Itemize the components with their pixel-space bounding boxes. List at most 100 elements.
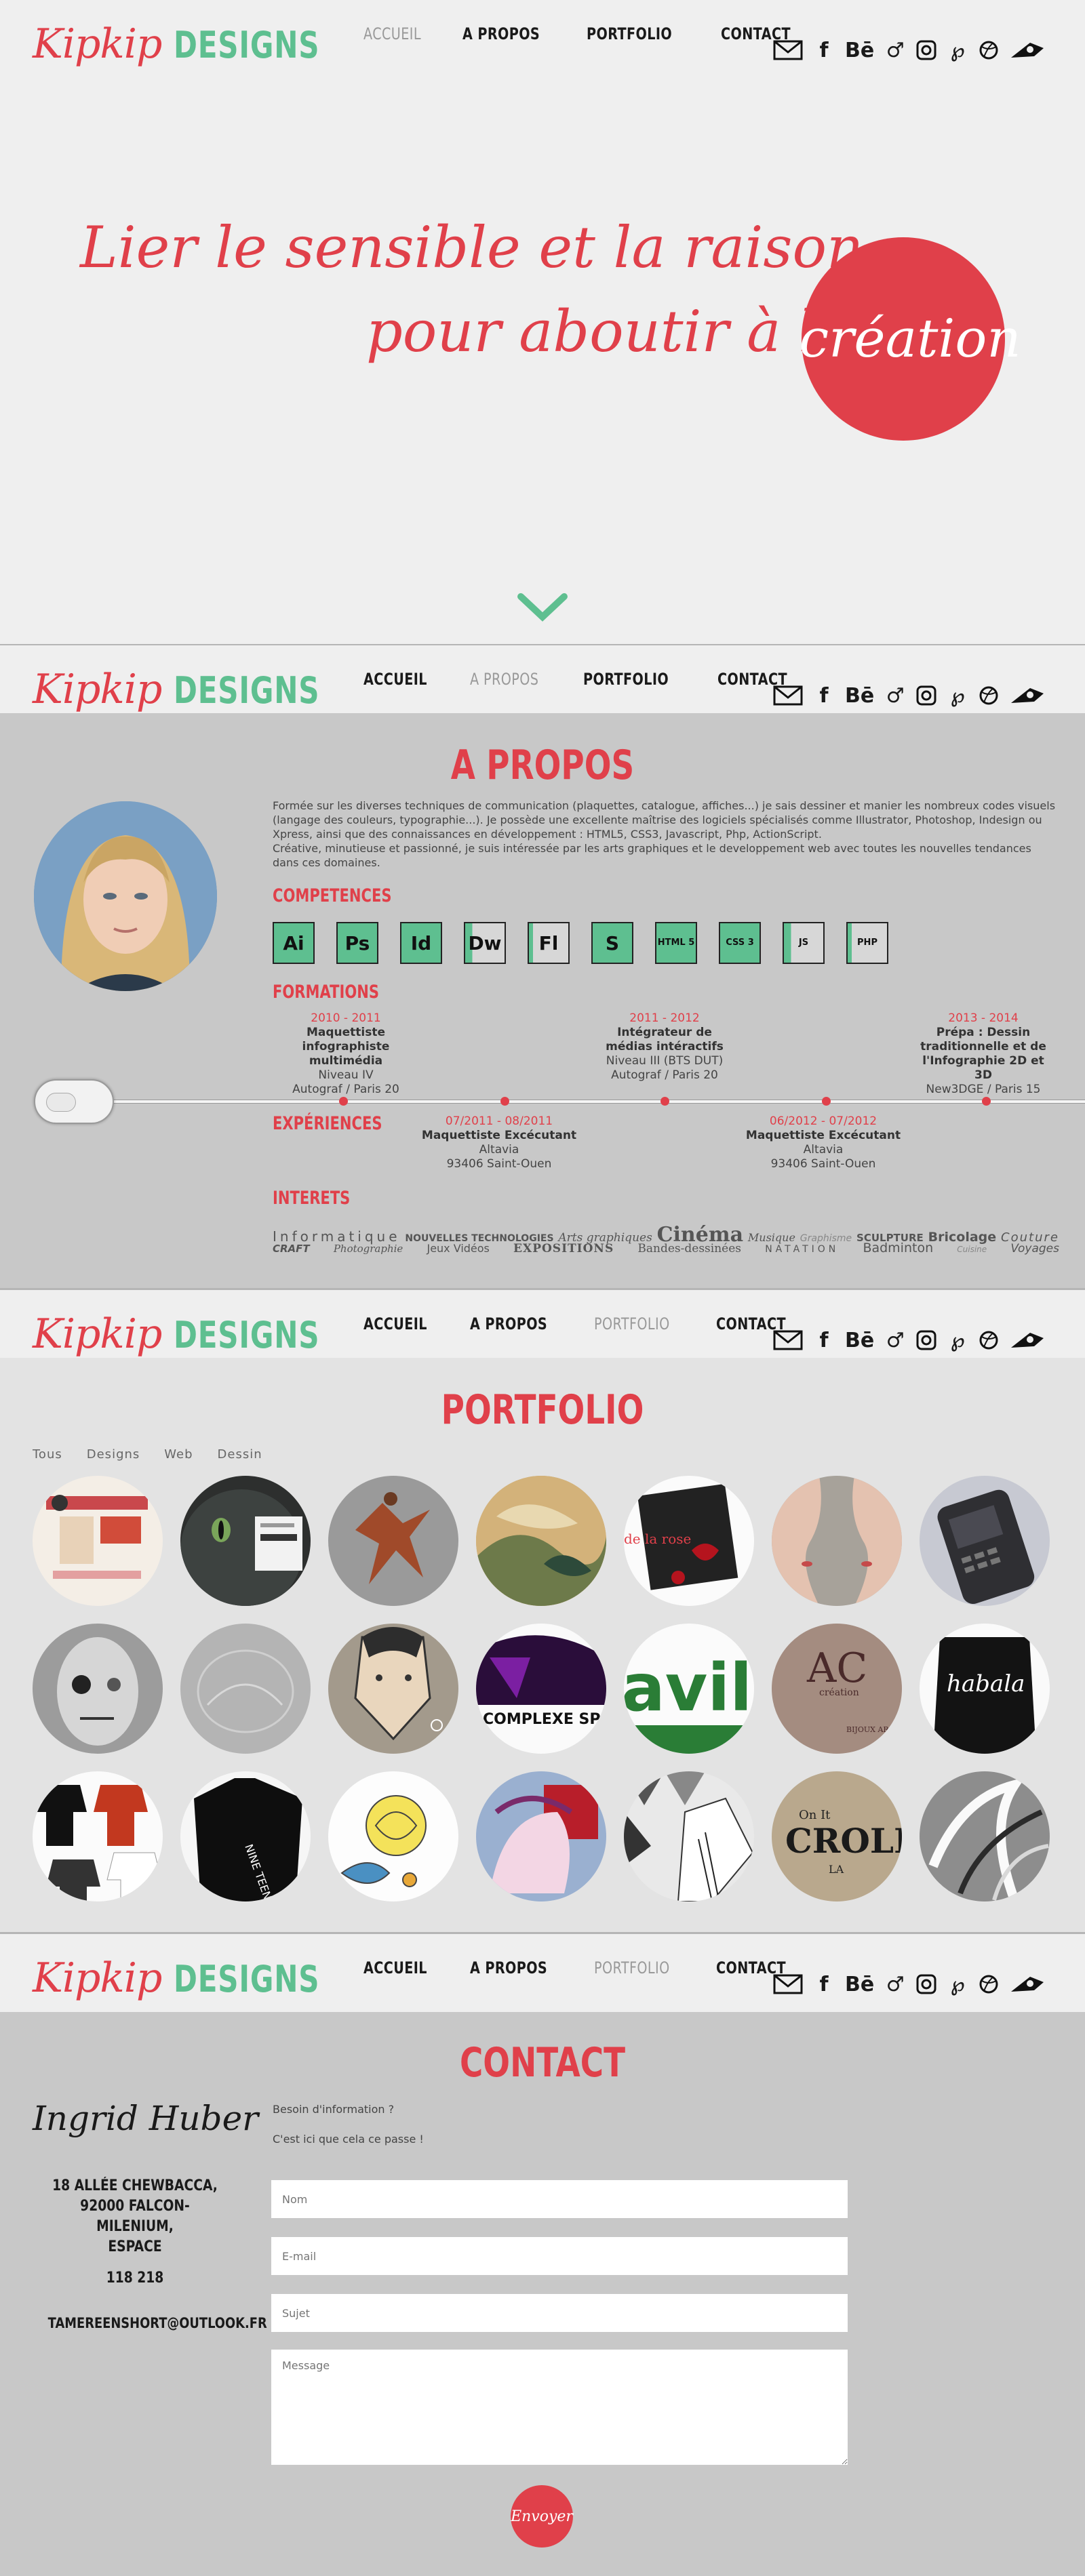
portfolio-thumb[interactable] [476, 1476, 606, 1606]
pinterest-icon[interactable]: ℘ [947, 1971, 968, 1998]
email-field[interactable] [271, 2237, 848, 2275]
about-paragraph-1: Formée sur les diverses techniques de co… [273, 799, 1056, 841]
nav-accueil[interactable]: ACCUEIL [363, 1958, 427, 1977]
nav-accueil[interactable]: ACCUEIL [363, 670, 427, 689]
deviantart-icon[interactable] [1010, 1971, 1045, 1998]
portfolio-thumb[interactable] [476, 1771, 606, 1901]
portfolio-thumb[interactable] [33, 1771, 163, 1901]
mail-icon[interactable] [773, 682, 803, 709]
portfolio-thumb[interactable] [328, 1624, 458, 1754]
instagram-icon[interactable] [916, 37, 936, 64]
brand-logo[interactable]: Kipkip DESIGNS [33, 1310, 361, 1358]
deviantart-icon[interactable] [1010, 1327, 1045, 1354]
thumb-text: de la rose [624, 1531, 691, 1547]
formation-place: Autograf / Paris 20 [611, 1068, 718, 1082]
timeline-dot[interactable] [339, 1097, 348, 1106]
mail-icon[interactable] [773, 1971, 803, 1998]
nav-accueil[interactable]: ACCUEIL [363, 24, 421, 43]
music-icon[interactable]: ♂ [885, 37, 905, 64]
formation-date: 2011 - 2012 [629, 1011, 700, 1025]
experience-place: 93406 Saint-Ouen [446, 1157, 552, 1171]
name-field[interactable] [271, 2180, 848, 2218]
behance-icon[interactable]: Bē [845, 37, 874, 64]
nav-apropos[interactable]: A PROPOS [470, 1958, 547, 1977]
portfolio-thumb[interactable]: NINE TEEN [180, 1771, 311, 1901]
instagram-icon[interactable] [916, 1327, 936, 1354]
portfolio-thumb[interactable] [624, 1771, 754, 1901]
music-icon[interactable]: ♂ [885, 1327, 905, 1354]
portfolio-thumb[interactable] [33, 1476, 163, 1606]
pinterest-icon[interactable]: ℘ [947, 682, 968, 709]
timeline-slider-handle[interactable] [34, 1079, 114, 1124]
instagram-icon[interactable] [916, 682, 936, 709]
facebook-icon[interactable]: f [814, 37, 834, 64]
filter-web[interactable]: Web [164, 1447, 193, 1462]
timeline-dot[interactable] [500, 1097, 509, 1106]
filter-tous[interactable]: Tous [33, 1447, 62, 1462]
brand-logo[interactable]: Kipkip DESIGNS [33, 20, 361, 68]
facebook-icon[interactable]: f [814, 1971, 834, 1998]
portfolio-thumb[interactable] [328, 1771, 458, 1901]
dribbble-icon[interactable] [979, 682, 999, 709]
portfolio-thumb[interactable]: habala [920, 1624, 1050, 1754]
portfolio-thumb[interactable] [180, 1624, 311, 1754]
instagram-icon[interactable] [916, 1971, 936, 1998]
portfolio-thumb[interactable]: ACcréation BIJOUX ARGENT [772, 1624, 902, 1754]
contact-phone: 118 218 [33, 2268, 237, 2289]
portfolio-thumb[interactable]: COMPLEXE SPO [476, 1624, 606, 1754]
scroll-down-chevron-icon[interactable] [517, 592, 568, 625]
brand-logo[interactable]: Kipkip DESIGNS [33, 666, 361, 713]
music-icon[interactable]: ♂ [885, 682, 905, 709]
facebook-icon[interactable]: f [814, 1327, 834, 1354]
send-button[interactable]: Envoyer [511, 2485, 573, 2548]
nav-accueil[interactable]: ACCUEIL [363, 1314, 427, 1333]
mail-icon[interactable] [773, 1327, 803, 1354]
portfolio-thumb[interactable]: avil [624, 1624, 754, 1754]
skill-dreamweaver: Dw [464, 922, 506, 964]
pinterest-icon[interactable]: ℘ [947, 37, 968, 64]
portfolio-thumb[interactable] [33, 1624, 163, 1754]
facebook-icon[interactable]: f [814, 682, 834, 709]
brand-logo[interactable]: Kipkip DESIGNS [33, 1954, 361, 2002]
behance-icon[interactable]: Bē [845, 1327, 874, 1354]
filter-designs[interactable]: Designs [87, 1447, 140, 1462]
about-section: A PROPOS Formée sur les diverses techniq… [0, 713, 1085, 1288]
music-icon[interactable]: ♂ [885, 1971, 905, 1998]
nav-portfolio[interactable]: PORTFOLIO [583, 670, 669, 689]
deviantart-icon[interactable] [1010, 682, 1045, 709]
nav-portfolio[interactable]: PORTFOLIO [594, 1958, 670, 1977]
portfolio-thumb[interactable] [920, 1476, 1050, 1606]
main-nav: ACCUEIL A PROPOS PORTFOLIO CONTACT [363, 0, 835, 68]
portfolio-thumb[interactable] [180, 1476, 311, 1606]
message-field[interactable] [271, 2350, 848, 2465]
nav-portfolio[interactable]: PORTFOLIO [594, 1314, 670, 1333]
experience-company: Altavia [803, 1143, 844, 1156]
timeline-dot[interactable] [982, 1097, 991, 1106]
email-address[interactable]: TAMEREENSHORT@OUTLOOK.FR [48, 2313, 267, 2333]
nav-apropos[interactable]: A PROPOS [462, 24, 540, 43]
portfolio-thumb[interactable]: On ItCROLF LA [772, 1771, 902, 1901]
hero-circle: création [799, 237, 1021, 441]
filter-dessin[interactable]: Dessin [218, 1447, 262, 1462]
subject-field[interactable] [271, 2294, 848, 2332]
behance-icon[interactable]: Bē [845, 1971, 874, 1998]
deviantart-icon[interactable] [1010, 37, 1045, 64]
timeline-dot[interactable] [660, 1097, 669, 1106]
portfolio-thumb[interactable] [772, 1476, 902, 1606]
dribbble-icon[interactable] [979, 1971, 999, 1998]
nav-apropos[interactable]: A PROPOS [470, 670, 538, 689]
nav-portfolio[interactable]: PORTFOLIO [587, 24, 672, 43]
dribbble-icon[interactable] [979, 1327, 999, 1354]
dribbble-icon[interactable] [979, 37, 999, 64]
portfolio-thumb[interactable] [328, 1476, 458, 1606]
portfolio-thumb[interactable]: de la rose [624, 1476, 754, 1606]
formation-title: Intégrateur de médias intéractifs [606, 1026, 724, 1053]
timeline-dot[interactable] [822, 1097, 831, 1106]
behance-icon[interactable]: Bē [845, 682, 874, 709]
thumb-text: CROLF [785, 1821, 902, 1861]
nav-apropos[interactable]: A PROPOS [470, 1314, 547, 1333]
pinterest-icon[interactable]: ℘ [947, 1327, 968, 1354]
mail-icon[interactable] [773, 37, 803, 64]
portfolio-thumb[interactable] [920, 1771, 1050, 1901]
address-line: 18 ALLÉE CHEWBACCA, [52, 2177, 218, 2194]
